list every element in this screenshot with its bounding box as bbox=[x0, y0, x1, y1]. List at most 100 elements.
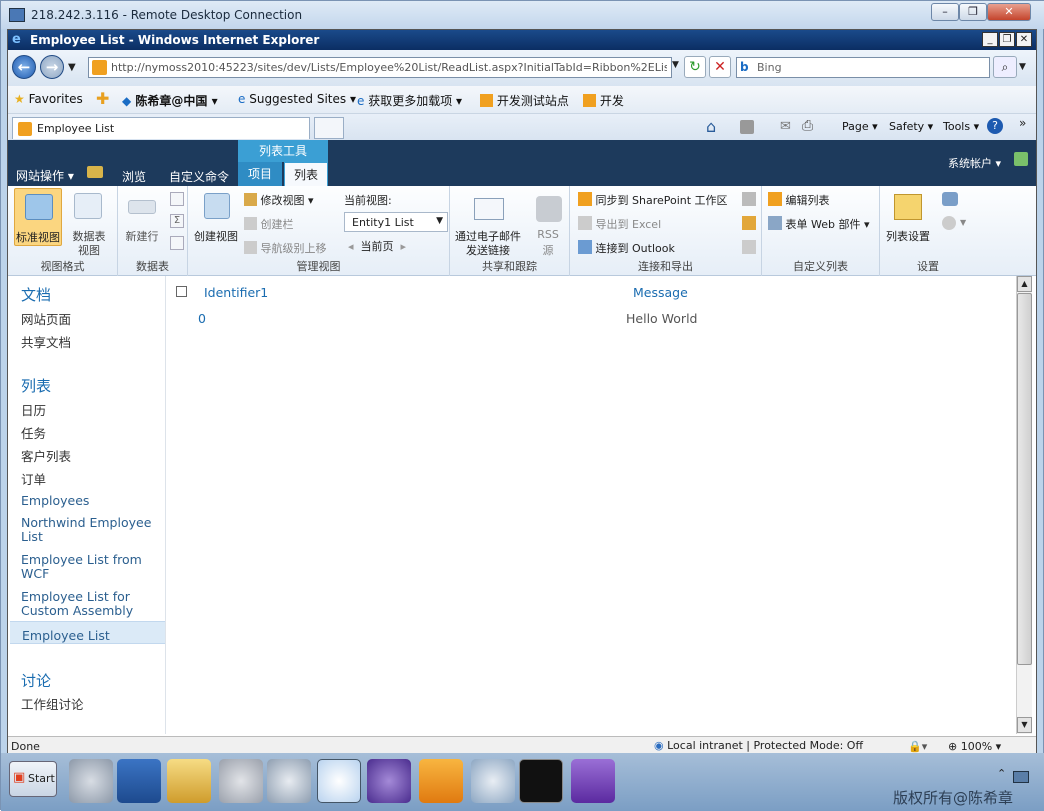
open-with-access-icon[interactable] bbox=[742, 192, 756, 206]
services-gear-icon[interactable] bbox=[267, 759, 311, 803]
quicklaunch-list-item[interactable]: 客户列表 bbox=[21, 446, 71, 465]
user-account-menu[interactable]: 系统帐户 ▾ bbox=[948, 155, 1001, 171]
current-view-select[interactable]: Entity1 List ▼ bbox=[344, 212, 448, 232]
quicklaunch-list-item[interactable]: Employees bbox=[21, 493, 89, 508]
safety-menu[interactable]: Safety ▾ bbox=[889, 120, 933, 133]
ie-close-button[interactable]: ✕ bbox=[1016, 32, 1032, 47]
infopath-icon[interactable] bbox=[571, 759, 615, 803]
quicklaunch-list-item[interactable]: Northwind Employee List bbox=[21, 516, 161, 544]
navigate-up-icon[interactable] bbox=[87, 166, 103, 178]
form-web-parts-button[interactable]: 表单 Web 部件 ▾ bbox=[768, 216, 870, 232]
chevron-more-icon[interactable]: » bbox=[1019, 116, 1026, 130]
workflow-settings-icon[interactable] bbox=[942, 216, 956, 230]
status-zone[interactable]: ◉ Local intranet | Protected Mode: Off bbox=[654, 739, 863, 752]
rdp-minimize-button[interactable]: – bbox=[931, 3, 959, 21]
column-header-message[interactable]: Message bbox=[633, 285, 688, 300]
toolbox-icon[interactable] bbox=[419, 759, 463, 803]
print-icon[interactable]: ⎙ bbox=[802, 118, 813, 134]
create-column-button[interactable]: 创建栏 bbox=[244, 216, 294, 232]
new-row-button[interactable]: 新建行 bbox=[120, 188, 164, 246]
scroll-up-icon[interactable]: ▲ bbox=[1017, 276, 1032, 292]
quicklaunch-docs-item[interactable]: 共享文档 bbox=[21, 332, 71, 351]
quicklaunch-list-item[interactable]: 订单 bbox=[21, 469, 46, 488]
create-view-button[interactable]: 创建视图 bbox=[192, 188, 240, 246]
show-hidden-icons[interactable]: ⌃ bbox=[997, 767, 1006, 780]
help-icon[interactable]: ? bbox=[987, 118, 1003, 134]
favorite-item-3[interactable]: 开发测试站点 bbox=[480, 92, 569, 109]
favorite-item-0[interactable]: ◆ 陈希章@中国 ▾ bbox=[122, 92, 218, 109]
tab-custom-commands[interactable]: 自定义命令 bbox=[169, 168, 229, 185]
site-actions-menu[interactable]: 网站操作 ▾ bbox=[16, 167, 74, 184]
network-icon[interactable] bbox=[1013, 771, 1029, 783]
next-page-icon[interactable]: ▸ bbox=[401, 240, 407, 253]
search-input[interactable]: b Bing bbox=[736, 57, 990, 78]
quicklaunch-lists-header[interactable]: 列表 bbox=[21, 375, 51, 396]
internet-explorer-icon[interactable] bbox=[317, 759, 361, 803]
new-tab-button[interactable] bbox=[314, 117, 344, 139]
refresh-icon[interactable]: ↻ bbox=[684, 56, 706, 78]
start-button[interactable]: ▣ Start bbox=[9, 761, 57, 797]
rdp-maximize-button[interactable]: ❐ bbox=[959, 3, 987, 21]
quicklaunch-list-item[interactable]: 日历 bbox=[21, 400, 46, 419]
open-with-project-icon[interactable] bbox=[742, 216, 756, 230]
user-profile-icon[interactable] bbox=[1014, 152, 1028, 166]
rss-feed-button[interactable]: RSS 源 bbox=[530, 188, 566, 258]
modify-view-button[interactable]: 修改视图 ▾ bbox=[244, 192, 314, 208]
workflow-dropdown-icon[interactable]: ▼ bbox=[960, 218, 966, 227]
navigate-up-button[interactable]: 导航级别上移 bbox=[244, 240, 327, 256]
datasheet-view-button[interactable]: 数据表 视图 bbox=[66, 188, 112, 257]
admin-tools-icon[interactable] bbox=[219, 759, 263, 803]
vertical-scrollbar[interactable]: ▲ ▼ bbox=[1016, 276, 1032, 734]
select-all-checkbox[interactable] bbox=[176, 286, 187, 297]
ie-restore-button[interactable]: ❐ bbox=[999, 32, 1015, 47]
quicklaunch-docs-header[interactable]: 文档 bbox=[21, 284, 51, 305]
prev-page-icon[interactable]: ◂ bbox=[348, 240, 354, 253]
address-bar[interactable]: http://nymoss2010:45223/sites/dev/Lists/… bbox=[88, 57, 672, 78]
edit-list-button[interactable]: 编辑列表 bbox=[768, 192, 830, 208]
protected-mode-icon[interactable]: 🔒▾ bbox=[908, 740, 927, 753]
list-settings-button[interactable]: 列表设置 bbox=[880, 188, 936, 248]
quicklaunch-discussions-header[interactable]: 讨论 bbox=[21, 670, 51, 691]
current-page-pager[interactable]: ◂ 当前页 ▸ bbox=[348, 238, 406, 254]
rdp-close-button[interactable]: ✕ bbox=[987, 3, 1031, 21]
quicklaunch-list-item[interactable]: Employee List from WCF bbox=[21, 553, 151, 581]
favorite-item-1[interactable]: e Suggested Sites ▾ bbox=[238, 92, 356, 106]
refresh-data-icon[interactable] bbox=[170, 236, 184, 250]
scroll-down-icon[interactable]: ▼ bbox=[1017, 717, 1032, 733]
quicklaunch-discussion-item[interactable]: 工作组讨论 bbox=[21, 694, 84, 713]
cell-identifier[interactable]: 0 bbox=[198, 311, 206, 326]
ie-minimize-button[interactable]: _ bbox=[982, 32, 998, 47]
tab-list[interactable]: 列表 bbox=[284, 162, 328, 186]
tab-browse[interactable]: 浏览 bbox=[122, 168, 146, 185]
stop-icon[interactable]: ✕ bbox=[709, 56, 731, 78]
visio-diagram-icon[interactable] bbox=[742, 240, 756, 254]
explorer-folder-icon[interactable] bbox=[167, 759, 211, 803]
sql-server-icon[interactable] bbox=[471, 759, 515, 803]
forward-button[interactable]: → bbox=[40, 55, 64, 79]
quicklaunch-docs-item[interactable]: 网站页面 bbox=[21, 309, 71, 328]
favorites-add-icon[interactable]: ✚ bbox=[96, 89, 109, 108]
address-dropdown-icon[interactable]: ▼ bbox=[672, 60, 679, 70]
sync-sharepoint-button[interactable]: 同步到 SharePoint 工作区 bbox=[578, 192, 728, 208]
powershell-icon[interactable] bbox=[117, 759, 161, 803]
zoom-control[interactable]: ⊕ 100% ▾ bbox=[948, 740, 1001, 753]
tab-items[interactable]: 项目 bbox=[238, 162, 282, 186]
quicklaunch-list-item[interactable]: Employee List for Custom Assembly bbox=[21, 590, 151, 618]
tab-employee-list[interactable]: Employee List bbox=[12, 117, 310, 139]
page-menu[interactable]: Page ▾ bbox=[842, 120, 878, 133]
command-prompt-icon[interactable] bbox=[519, 759, 563, 803]
show-pane-icon[interactable] bbox=[170, 192, 184, 206]
favorite-item-2[interactable]: e 获取更多加载项 ▾ bbox=[357, 92, 462, 109]
favorite-item-4[interactable]: 开发 bbox=[583, 92, 624, 109]
scroll-thumb[interactable] bbox=[1017, 293, 1032, 665]
history-dropdown-icon[interactable]: ▼ bbox=[68, 62, 76, 73]
home-icon[interactable]: ⌂ bbox=[706, 117, 716, 136]
server-manager-icon[interactable] bbox=[69, 759, 113, 803]
email-link-button[interactable]: 通过电子邮件 发送链接 bbox=[452, 188, 524, 258]
visual-studio-icon[interactable] bbox=[367, 759, 411, 803]
export-excel-button[interactable]: 导出到 Excel bbox=[578, 216, 661, 232]
connect-outlook-button[interactable]: 连接到 Outlook bbox=[578, 240, 675, 256]
tools-menu[interactable]: Tools ▾ bbox=[943, 120, 979, 133]
totals-icon[interactable]: Σ bbox=[170, 214, 184, 228]
search-icon[interactable]: ⌕ bbox=[993, 56, 1017, 78]
